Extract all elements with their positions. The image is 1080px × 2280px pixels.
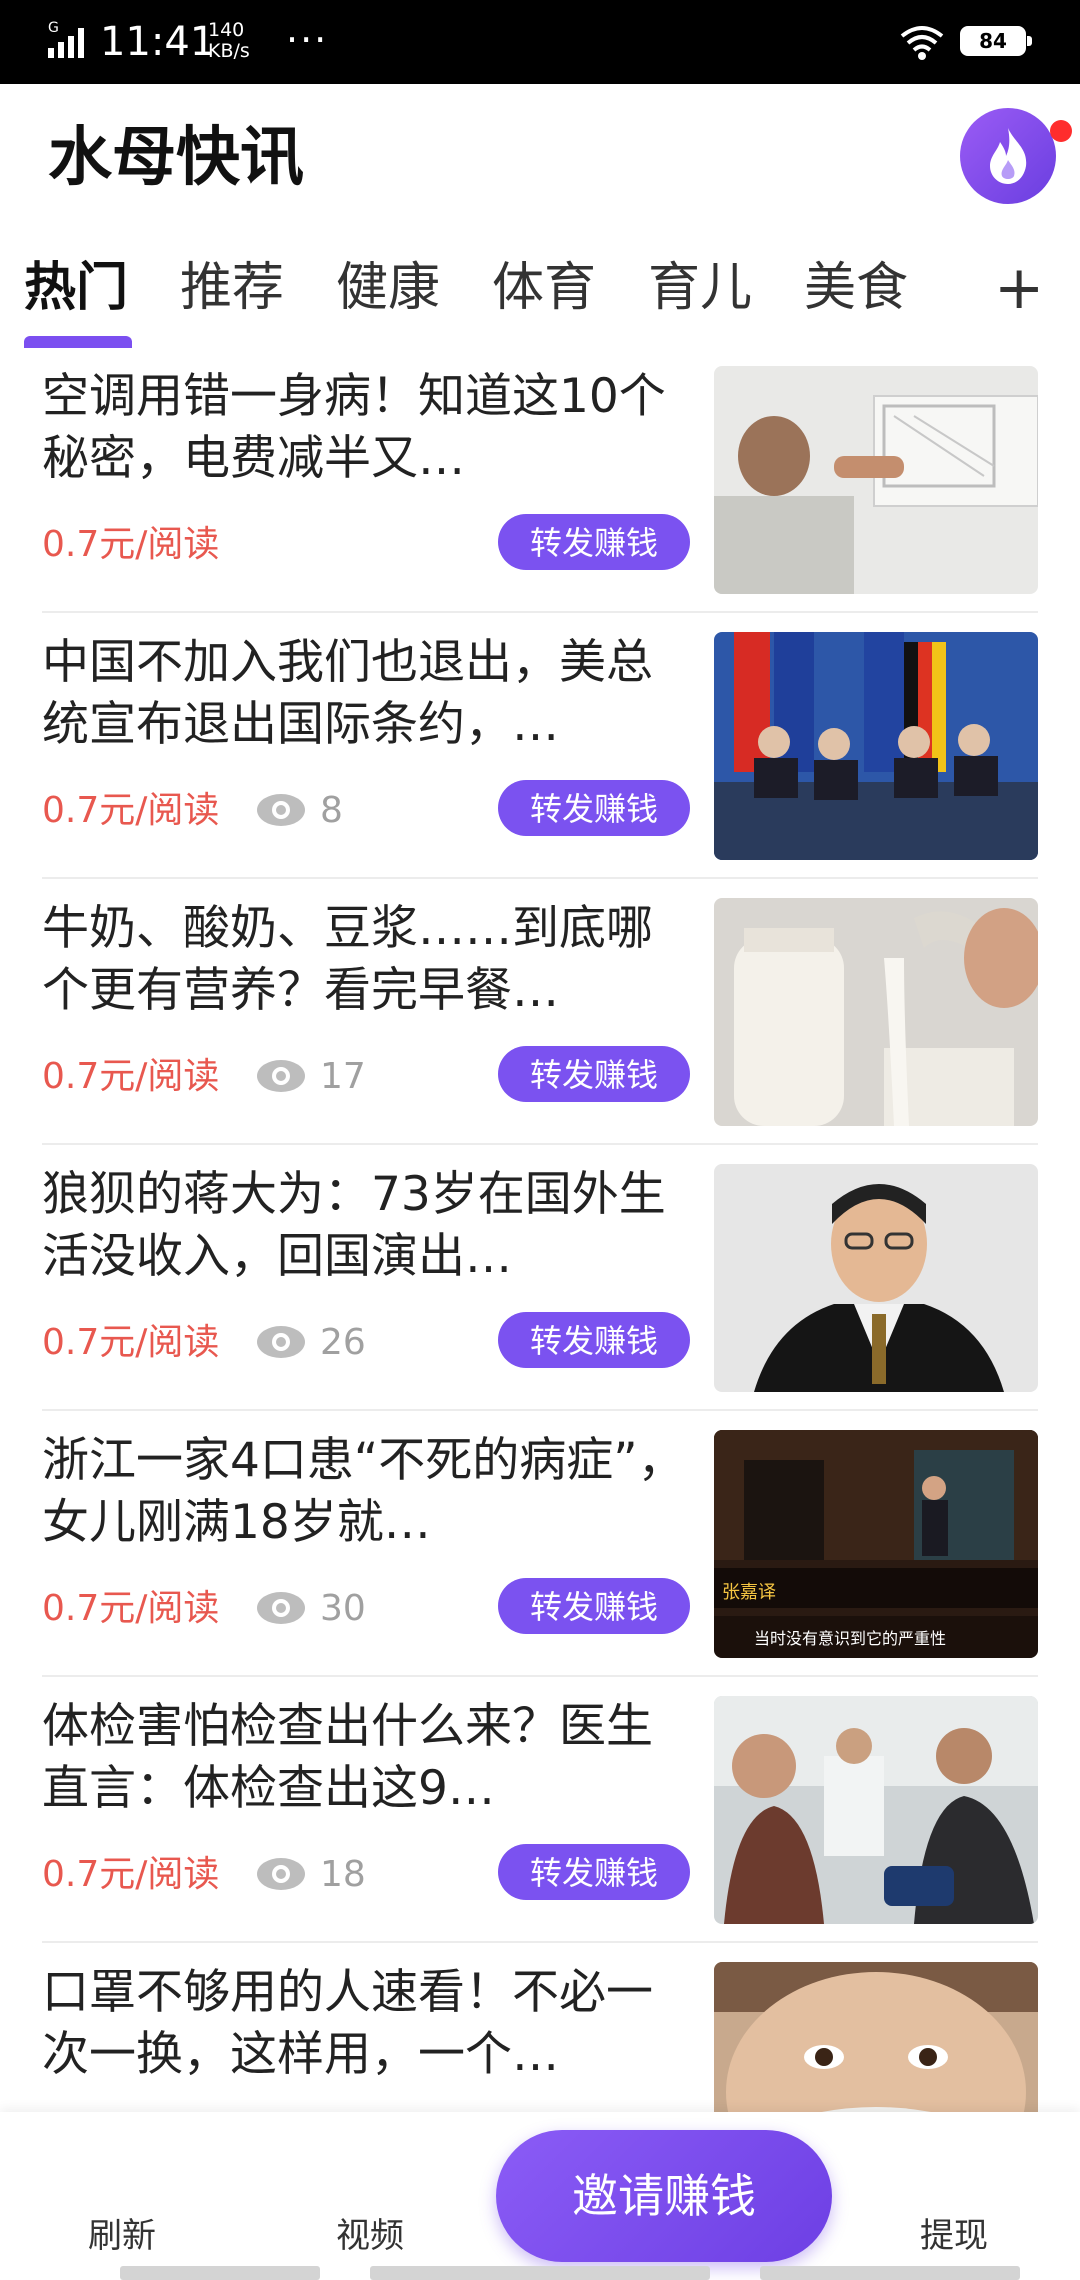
article-title[interactable]: 狼狈的蒋大为：73岁在国外生活没收入，回国演出… [42,1164,692,1288]
share-earn-button[interactable]: 转发赚钱 [498,780,690,836]
views-count: 26 [320,1322,366,1363]
article-thumbnail[interactable] [714,898,1038,1126]
battery-icon: 84 [960,26,1032,56]
status-bar: G 11:41 140 KB/s ··· 84 [0,0,1080,84]
article-thumbnail[interactable] [714,632,1038,860]
tab-hot[interactable]: 热门 [24,252,128,324]
article-title[interactable]: 体检害怕检查出什么来？医生直言：体检查出这9… [42,1696,692,1820]
more-notifications-icon: ··· [286,18,329,62]
share-earn-button[interactable]: 转发赚钱 [498,1844,690,1900]
tab-parenting[interactable]: 育儿 [648,252,752,324]
tab-sports[interactable]: 体育 [492,252,596,324]
views-count: 8 [320,790,343,831]
reward-price: 0.7元/阅读 [42,1056,220,1097]
list-item[interactable]: 牛奶、酸奶、豆浆……到底哪个更有营养？看完早餐… 0.7元/阅读 17 转发赚钱 [0,894,1080,1160]
invite-earn-button[interactable]: 邀请赚钱 [496,2130,832,2262]
article-title[interactable]: 牛奶、酸奶、豆浆……到底哪个更有营养？看完早餐… [42,898,692,1022]
article-thumbnail[interactable] [714,1164,1038,1392]
reward-price: 0.7元/阅读 [42,524,220,565]
divider [42,877,1038,879]
article-thumbnail[interactable] [714,1696,1038,1924]
clock: 11:41 [100,19,216,65]
article-title[interactable]: 口罩不够用的人速看！不必一次一换，这样用，一个… [42,1962,692,2086]
divider [42,1143,1038,1145]
article-thumbnail[interactable] [714,366,1038,594]
nav-refresh[interactable]: 刷新 [88,2214,156,2258]
reward-price: 0.7元/阅读 [42,1854,220,1895]
views-count: 18 [320,1854,366,1895]
divider [42,611,1038,613]
eye-icon [257,794,305,826]
reward-price: 0.7元/阅读 [42,1322,220,1363]
eye-icon [257,1858,305,1890]
svg-text:G: G [48,20,59,36]
active-tab-indicator [24,336,132,348]
eye-icon [257,1326,305,1358]
flame-icon [990,128,1027,184]
list-item[interactable]: 中国不加入我们也退出，美总统宣布退出国际条约，… 0.7元/阅读 8 转发赚钱 [0,628,1080,894]
article-title[interactable]: 中国不加入我们也退出，美总统宣布退出国际条约，… [42,632,692,756]
thumbnail-caption-name: 张嘉译 [722,1582,776,1603]
article-title[interactable]: 浙江一家4口患“不死的病症”，女儿刚满18岁就… [42,1430,692,1554]
list-item[interactable]: 空调用错一身病！知道这10个秘密，电费减半又… 0.7元/阅读 转发赚钱 [0,362,1080,628]
notification-badge [1050,120,1072,142]
tab-health[interactable]: 健康 [336,252,440,324]
divider [42,1675,1038,1677]
views-count: 30 [320,1588,366,1629]
divider [42,1409,1038,1411]
thumbnail-caption-subtitle: 当时没有意识到它的严重性 [754,1629,946,1648]
list-item[interactable]: 浙江一家4口患“不死的病症”，女儿刚满18岁就… 0.7元/阅读 30 转发赚钱… [0,1426,1080,1692]
list-item[interactable]: 体检害怕检查出什么来？医生直言：体检查出这9… 0.7元/阅读 18 转发赚钱 [0,1692,1080,1958]
app-title: 水母快讯 [48,121,304,195]
reward-price: 0.7元/阅读 [42,1588,220,1629]
add-tab-button[interactable]: + [994,252,1044,324]
share-earn-button[interactable]: 转发赚钱 [498,1578,690,1634]
tab-recommend[interactable]: 推荐 [180,252,284,324]
views-count: 17 [320,1056,366,1097]
divider [42,1941,1038,1943]
article-thumbnail[interactable]: 张嘉译 当时没有意识到它的严重性 [714,1430,1038,1658]
eye-icon [257,1060,305,1092]
gesture-bar [120,2266,1020,2280]
avatar[interactable] [960,108,1056,204]
network-speed: 140 KB/s [208,19,250,62]
share-earn-button[interactable]: 转发赚钱 [498,1312,690,1368]
eye-icon [257,1592,305,1624]
share-earn-button[interactable]: 转发赚钱 [498,1046,690,1102]
nav-video[interactable]: 视频 [336,2214,404,2258]
signal-icon: G [48,20,84,58]
article-title[interactable]: 空调用错一身病！知道这10个秘密，电费减半又… [42,366,692,490]
list-item[interactable]: 狼狈的蒋大为：73岁在国外生活没收入，回国演出… 0.7元/阅读 26 转发赚钱 [0,1160,1080,1426]
reward-price: 0.7元/阅读 [42,790,220,831]
nav-withdraw[interactable]: 提现 [920,2214,988,2258]
category-tabs: 热门 推荐 健康 体育 育儿 美食 [0,252,1080,352]
share-earn-button[interactable]: 转发赚钱 [498,514,690,570]
tab-food[interactable]: 美食 [804,252,908,324]
wifi-icon [900,26,944,60]
